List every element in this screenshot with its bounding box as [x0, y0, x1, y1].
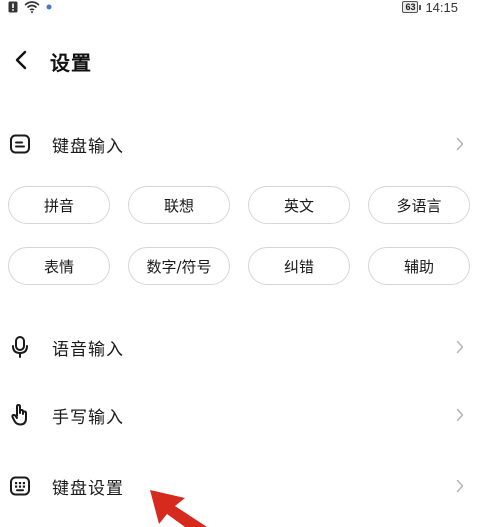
back-button[interactable]	[8, 46, 34, 74]
keyboard-settings-row[interactable]: 键盘设置	[0, 463, 484, 507]
chevron-left-icon	[15, 50, 27, 70]
chip-pinyin[interactable]: 拼音	[8, 186, 110, 224]
chevron-right-icon	[454, 338, 466, 356]
wifi-icon	[24, 1, 40, 13]
page-title: 设置	[50, 51, 92, 75]
voice-input-label: 语音输入	[52, 340, 124, 360]
keyboard-input-icon	[8, 132, 32, 156]
chip-english[interactable]: 英文	[248, 186, 350, 224]
annotation-arrow-icon	[150, 490, 207, 527]
chevron-right-icon	[454, 406, 466, 424]
keyboard-settings-icon	[8, 474, 32, 498]
handwriting-input-row[interactable]: 手写输入	[0, 392, 484, 436]
chip-association[interactable]: 联想	[128, 186, 230, 224]
chip-emoji[interactable]: 表情	[8, 247, 110, 285]
chevron-right-icon	[454, 477, 466, 495]
status-dot-icon	[46, 4, 52, 10]
status-icons-left	[8, 0, 52, 14]
keyboard-settings-label: 键盘设置	[52, 479, 124, 499]
status-icons-right: 63 14:15	[402, 0, 458, 15]
keyboard-input-row[interactable]: 键盘输入	[0, 121, 484, 165]
status-time: 14:15	[425, 0, 458, 15]
chip-multilanguage[interactable]: 多语言	[368, 186, 470, 224]
microphone-icon	[8, 335, 32, 359]
voice-input-row[interactable]: 语音输入	[0, 324, 484, 368]
chip-numbers-symbols[interactable]: 数字/符号	[128, 247, 230, 285]
chip-assist[interactable]: 辅助	[368, 247, 470, 285]
chip-correction[interactable]: 纠错	[248, 247, 350, 285]
battery-icon: 63	[402, 1, 422, 13]
notification-alert-icon	[8, 1, 18, 13]
battery-level: 63	[402, 1, 419, 13]
keyboard-input-label: 键盘输入	[52, 137, 124, 157]
header: 设置	[0, 42, 484, 78]
handwriting-input-label: 手写输入	[52, 408, 124, 428]
chevron-right-icon	[454, 135, 466, 153]
hand-pointer-icon	[8, 403, 32, 427]
status-bar: 63 14:15	[0, 0, 484, 18]
